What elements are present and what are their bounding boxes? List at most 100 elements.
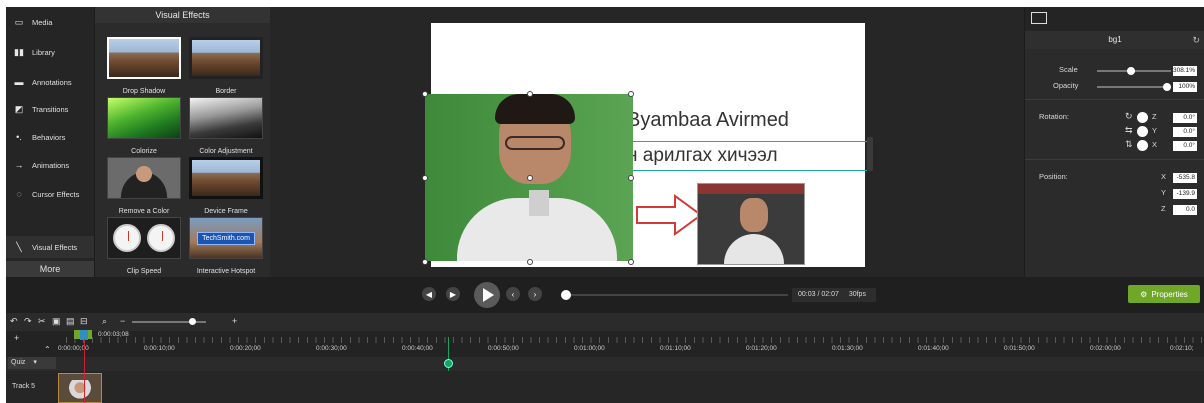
resize-handle[interactable]: [628, 259, 634, 265]
tick-label: 0:02:10;: [1170, 345, 1194, 352]
effect-tile-remove-a-color[interactable]: Remove a Color: [105, 157, 183, 215]
properties-button-label: Properties: [1151, 289, 1188, 299]
rotation-z-value[interactable]: 0.0°: [1173, 113, 1197, 123]
visual-properties-icon[interactable]: [1031, 12, 1047, 24]
effect-tile-colorize[interactable]: Colorize: [105, 97, 183, 155]
library-icon: ▮▮: [14, 46, 24, 57]
zoom-slider-knob[interactable]: [189, 318, 196, 325]
position-z-value[interactable]: 0.0: [1173, 205, 1197, 215]
hotspot-badge: TechSmith.com: [197, 231, 255, 245]
effect-label: Interactive Hotspot: [196, 268, 256, 275]
effect-label: Border: [215, 88, 237, 95]
effect-label: Clip Speed: [126, 268, 162, 275]
position-y-value[interactable]: -139.9: [1173, 189, 1197, 199]
position-x-value[interactable]: -535.8: [1173, 173, 1197, 183]
rotation-x-knob[interactable]: [1137, 140, 1148, 151]
arrow-right-icon: [636, 194, 703, 236]
scale-value[interactable]: 308.1%: [1173, 66, 1197, 76]
nav-item-library[interactable]: ▮▮ Library: [6, 41, 94, 63]
nav-label: Library: [32, 47, 55, 57]
media-clip[interactable]: [58, 373, 102, 403]
copy-icon[interactable]: ▣: [52, 316, 61, 327]
marker-icon[interactable]: [444, 359, 453, 368]
zoom-out-icon[interactable]: −: [120, 316, 125, 326]
paste-icon[interactable]: ▤: [66, 316, 75, 327]
resize-handle[interactable]: [527, 91, 533, 97]
quiz-track-toggle[interactable]: Quiz ▾: [8, 357, 56, 369]
scrubber-knob[interactable]: [561, 290, 571, 300]
effect-tile-device-frame[interactable]: Device Frame: [187, 157, 265, 215]
redo-icon[interactable]: ↷: [24, 316, 32, 327]
opacity-slider[interactable]: [1097, 86, 1171, 88]
undo-icon[interactable]: ↶: [10, 316, 18, 327]
tick-label: 0:00:40;00: [402, 345, 433, 352]
effect-tile-color-adjustment[interactable]: Color Adjustment: [187, 97, 265, 155]
cut-icon[interactable]: ✂: [38, 316, 46, 327]
resize-handle[interactable]: [527, 259, 533, 265]
playhead-line: [84, 339, 85, 403]
nav-item-animations[interactable]: → Animations: [6, 154, 94, 176]
scale-slider-knob[interactable]: [1127, 67, 1135, 75]
split-icon[interactable]: ⊟: [80, 316, 88, 327]
timeline-ruler[interactable]: + ⌃ 0:00:00;00 0:00:10;00 0:00:20;00 0:0…: [6, 331, 1204, 357]
resize-handle[interactable]: [628, 91, 634, 97]
nav-item-behaviors[interactable]: •. Behaviors: [6, 126, 94, 148]
collapse-icon[interactable]: ⌃: [44, 345, 51, 354]
previous-icon[interactable]: ‹: [506, 287, 520, 301]
playhead-time: 0:00:03;08: [98, 331, 129, 338]
play-button[interactable]: [474, 282, 500, 308]
rotation-y-value[interactable]: 0.0°: [1173, 127, 1197, 137]
next-icon[interactable]: ›: [528, 287, 542, 301]
effect-tile-clip-speed[interactable]: Clip Speed: [105, 217, 183, 275]
rotation-y-row: ⇆ Y 0.0°: [1025, 125, 1204, 139]
resize-handle[interactable]: [422, 259, 428, 265]
properties-button[interactable]: ⚙ Properties: [1128, 285, 1200, 303]
position-label: Position:: [1039, 172, 1068, 181]
visual-effects-icon: ╲: [16, 241, 22, 252]
resize-handle[interactable]: [628, 175, 634, 181]
effects-panel-title: Visual Effects: [95, 7, 270, 23]
reset-icon[interactable]: ↻: [1192, 35, 1200, 46]
dropdown-arrow-icon: ▾: [33, 359, 37, 366]
nav-item-visual-effects[interactable]: ╲ Visual Effects: [6, 236, 94, 258]
opacity-value[interactable]: 100%: [1173, 82, 1197, 92]
effect-label: Remove a Color: [118, 208, 170, 215]
effect-tile-border[interactable]: Border: [187, 37, 265, 95]
playback-scrubber[interactable]: [562, 294, 788, 296]
more-button[interactable]: More: [6, 261, 94, 277]
add-track-icon[interactable]: +: [14, 333, 19, 343]
tick-label: 0:01:20;00: [746, 345, 777, 352]
effect-thumbnail: [189, 97, 263, 139]
rotation-z-knob[interactable]: [1137, 112, 1148, 123]
effect-thumbnail: [189, 157, 263, 199]
nav-item-media[interactable]: ▭ Media: [6, 11, 94, 33]
slide-title: Byambaa Avirmed: [627, 109, 789, 131]
preview-canvas[interactable]: Byambaa Avirmed н арилгах хичээл: [422, 23, 867, 267]
slide-subtitle: н арилгах хичээл: [627, 141, 867, 171]
nav-item-transitions[interactable]: ◩ Transitions: [6, 98, 94, 120]
preview-scrollbar[interactable]: [867, 137, 873, 171]
resize-handle[interactable]: [422, 91, 428, 97]
tick-label: 0:00:30;00: [316, 345, 347, 352]
tick-label: 0:01:10;00: [660, 345, 691, 352]
resize-handle[interactable]: [527, 175, 533, 181]
opacity-slider-knob[interactable]: [1163, 83, 1171, 91]
resize-handle[interactable]: [422, 175, 428, 181]
nav-item-cursor-effects[interactable]: ◌ Cursor Effects: [6, 183, 94, 205]
properties-tab[interactable]: bg1: [1025, 31, 1204, 49]
rotation-y-knob[interactable]: [1137, 126, 1148, 137]
step-back-icon[interactable]: ◀: [422, 287, 436, 301]
rotation-x-row: ⇅ X 0.0°: [1025, 139, 1204, 153]
position-z-label: Z: [1161, 204, 1166, 213]
tick-label: 0:00:50;00: [488, 345, 519, 352]
effects-panel: Visual Effects Drop Shadow Border Colori…: [94, 7, 270, 277]
effect-label: Drop Shadow: [122, 88, 166, 95]
zoom-icon[interactable]: ⌕: [102, 316, 107, 327]
clock-icon: [113, 224, 141, 252]
zoom-in-icon[interactable]: +: [232, 316, 237, 326]
effect-tile-interactive-hotspot[interactable]: TechSmith.com Interactive Hotspot: [187, 217, 265, 275]
nav-item-annotations[interactable]: ▬ Annotations: [6, 71, 94, 93]
rotation-x-value[interactable]: 0.0°: [1173, 141, 1197, 151]
effect-tile-drop-shadow[interactable]: Drop Shadow: [105, 37, 183, 95]
step-forward-icon[interactable]: ▶: [446, 287, 460, 301]
